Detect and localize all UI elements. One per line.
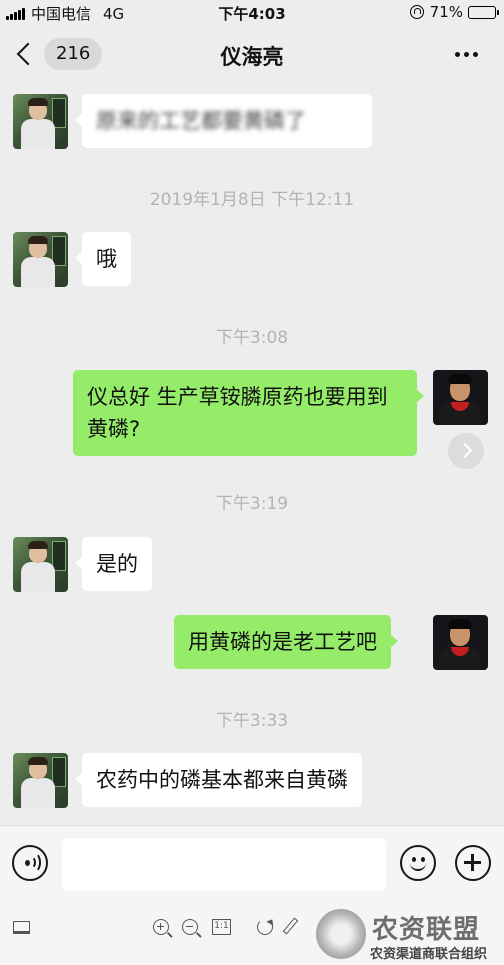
chat-title: 仪海亮 bbox=[220, 45, 284, 69]
edit-pencil-icon[interactable] bbox=[282, 917, 299, 935]
message-text: 用黄磷的是老工艺吧 bbox=[188, 630, 377, 654]
message-timestamp: 下午3:08 bbox=[215, 328, 289, 348]
message-bubble-incoming[interactable]: 是的 bbox=[75, 537, 152, 591]
message-bubble-incoming[interactable]: 哦 bbox=[75, 232, 131, 286]
watermark-subtitle: 农资渠道商联合组织 bbox=[370, 947, 488, 962]
message-list[interactable]: 原来的工艺都要黄磷了 2019年1月8日 下午12:11 哦 下午3:08 仪总… bbox=[0, 82, 504, 825]
voice-input-button[interactable] bbox=[12, 845, 48, 881]
chat-input-bar bbox=[0, 825, 504, 901]
more-functions-button[interactable] bbox=[455, 845, 491, 881]
my-avatar[interactable] bbox=[433, 370, 488, 425]
message-timestamp: 下午3:33 bbox=[215, 711, 289, 731]
actual-size-button[interactable]: 1:1 bbox=[212, 919, 231, 935]
message-timestamp: 2019年1月8日 下午12:11 bbox=[149, 190, 355, 210]
message-text: 原来的工艺都要黄磷了 bbox=[96, 109, 306, 133]
orientation-lock-icon bbox=[409, 5, 424, 19]
smiley-icon bbox=[410, 863, 426, 871]
message-timestamp: 下午3:19 bbox=[215, 494, 289, 514]
battery-percent: 71% bbox=[429, 3, 463, 21]
message-text: 仪总好 生产草铵膦原药也要用到黄磷? bbox=[87, 385, 388, 441]
message-bubble-incoming[interactable]: 原来的工艺都要黄磷了 bbox=[75, 94, 372, 148]
watermark-logo: 农资联盟 农资渠道商联合组织 bbox=[316, 905, 504, 965]
message-action-arrow-icon[interactable] bbox=[448, 433, 484, 469]
message-input[interactable] bbox=[62, 838, 386, 891]
my-avatar[interactable] bbox=[433, 615, 488, 670]
message-bubble-outgoing[interactable]: 用黄磷的是老工艺吧 bbox=[174, 615, 398, 669]
contact-avatar[interactable] bbox=[13, 232, 68, 287]
battery-icon bbox=[468, 5, 499, 19]
contact-avatar[interactable] bbox=[13, 94, 68, 149]
message-text: 农药中的磷基本都来自黄磷 bbox=[96, 768, 348, 792]
message-bubble-outgoing[interactable]: 仪总好 生产草铵膦原药也要用到黄磷? bbox=[73, 370, 424, 456]
rotate-icon[interactable] bbox=[257, 919, 273, 935]
message-text: 哦 bbox=[96, 247, 117, 271]
message-text: 是的 bbox=[96, 552, 138, 576]
status-bar: 中国电信 4G 下午4:03 71% bbox=[0, 0, 504, 26]
zoom-in-icon[interactable] bbox=[153, 919, 173, 938]
watermark-title: 农资联盟 bbox=[372, 915, 481, 945]
more-dots-icon bbox=[455, 52, 460, 57]
emoji-button[interactable] bbox=[400, 845, 436, 881]
more-options-button[interactable] bbox=[451, 52, 478, 57]
watermark-emblem-icon bbox=[316, 909, 366, 959]
chat-header: 216 仪海亮 bbox=[0, 26, 504, 82]
fullscreen-icon[interactable] bbox=[13, 921, 30, 934]
contact-avatar[interactable] bbox=[13, 753, 68, 808]
contact-avatar[interactable] bbox=[13, 537, 68, 592]
message-bubble-incoming[interactable]: 农药中的磷基本都来自黄磷 bbox=[75, 753, 362, 807]
zoom-out-icon[interactable] bbox=[182, 919, 202, 938]
